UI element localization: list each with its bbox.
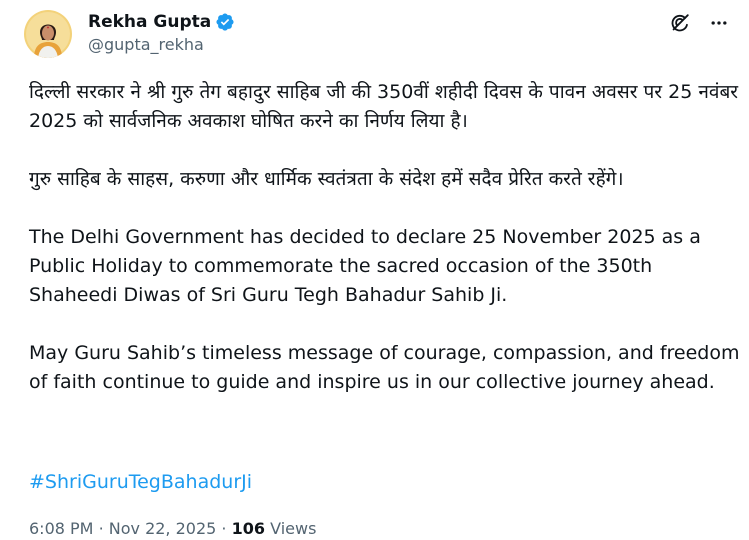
grok-icon[interactable] <box>669 12 691 34</box>
hashtag-link[interactable]: #ShriGuruTegBahadurJi <box>29 468 252 497</box>
tweet-english-paragraph-2: May Guru Sahib’s timeless message of cou… <box>29 342 746 393</box>
tweet-hindi-paragraph-1: दिल्ली सरकार ने श्री गुरु तेग बहादुर साह… <box>29 81 745 132</box>
author-block: Rekha Gupta @gupta_rekha <box>88 10 235 54</box>
tweet-hindi-paragraph-2: गुरु साहिब के साहस, करुणा और धार्मिक स्व… <box>29 168 624 190</box>
user-handle[interactable]: @gupta_rekha <box>88 35 235 54</box>
tweet-date[interactable]: Nov 22, 2025 <box>109 519 217 538</box>
meta-separator: · <box>221 519 227 538</box>
views-label: Views <box>270 519 317 538</box>
name-row: Rekha Gupta <box>88 10 235 34</box>
views-count: 106 <box>231 519 265 538</box>
tweet: Rekha Gupta @gupta_rekha दिल्ली सरकार ने… <box>0 0 749 539</box>
top-actions <box>669 12 729 34</box>
verified-badge-icon[interactable] <box>215 12 235 32</box>
avatar[interactable] <box>24 10 72 58</box>
tweet-meta: 6:08 PM · Nov 22, 2025 · 106 Views <box>29 518 316 540</box>
tweet-text: दिल्ली सरकार ने श्री गुरु तेग बहादुर साह… <box>29 78 741 397</box>
display-name[interactable]: Rekha Gupta <box>88 12 211 32</box>
more-options-icon[interactable] <box>709 13 729 33</box>
tweet-english-paragraph-1: The Delhi Government has decided to decl… <box>29 226 707 306</box>
tweet-time[interactable]: 6:08 PM <box>29 519 93 538</box>
meta-separator: · <box>98 519 104 538</box>
